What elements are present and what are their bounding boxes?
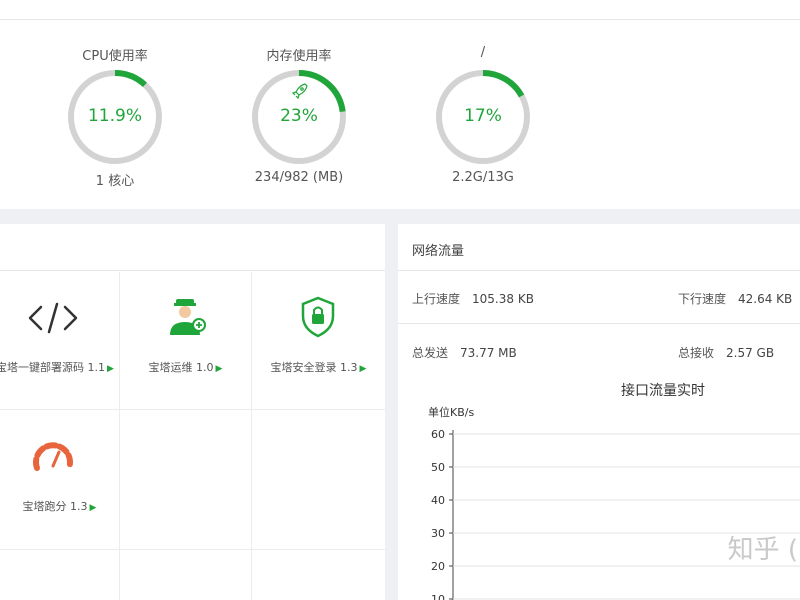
stat-value: 2.57 GB	[726, 346, 775, 360]
empty-tile	[120, 410, 252, 550]
gauge-title: CPU使用率	[82, 49, 148, 64]
speedometer-icon	[33, 442, 73, 471]
gauge-title: 内存使用率	[266, 49, 332, 64]
tile-label: 宝塔跑分 1.3 ▶	[0, 498, 119, 514]
play-icon[interactable]: ▶	[360, 364, 367, 374]
tile-label: 宝塔安全登录 1.3 ▶	[252, 359, 385, 375]
total-sent-stat: 总发送 73.77 MB	[412, 344, 517, 361]
tile-label-text: 宝塔运维 1.0	[148, 361, 214, 374]
software-panel: 宝塔一键部署源码 1.1 ▶ 宝塔运维 1.0 ▶ 宝塔安全登录 1.3 ▶ 宝塔跑分…	[0, 224, 385, 600]
tile-label: 宝塔运维 1.0 ▶	[120, 359, 251, 375]
gauge-value: 23%	[280, 106, 318, 126]
tile-label-text: 宝塔安全登录 1.3	[270, 361, 358, 374]
stat-value: 73.77 MB	[460, 346, 517, 360]
stat-value: 42.64 KB	[738, 292, 793, 306]
tile-label-text: 宝塔跑分 1.3	[22, 500, 88, 513]
empty-tile	[252, 550, 385, 600]
divider	[398, 270, 800, 271]
gauge-value: 17%	[464, 106, 502, 126]
software-tile[interactable]: 宝塔跑分 1.3 ▶	[0, 410, 120, 550]
stat-label: 下行速度	[678, 292, 727, 306]
empty-tile	[120, 550, 252, 600]
software-tile[interactable]: 宝塔安全登录 1.3 ▶	[252, 272, 385, 410]
y-tick-label: 20	[431, 560, 445, 573]
empty-tile	[252, 410, 385, 550]
network-panel: 网络流量 上行速度 105.38 KB 下行速度 42.64 KB 总发送 73.77…	[398, 224, 800, 600]
network-panel-title: 网络流量	[412, 244, 465, 259]
y-tick-label: 50	[431, 461, 445, 474]
total-received-stat: 总接收 2.57 GB	[678, 344, 774, 361]
stat-label: 总发送	[412, 346, 449, 360]
y-tick-label: 60	[431, 428, 445, 441]
software-panel-header	[0, 224, 385, 271]
stat-value: 105.38 KB	[472, 292, 534, 306]
tile-label-text: 宝塔一键部署源码 1.1	[0, 361, 106, 374]
stat-label: 总接收	[678, 346, 715, 360]
operator-icon	[170, 299, 206, 335]
chart-title: 接口流量实时	[621, 383, 705, 399]
y-tick-label: 10	[431, 593, 445, 600]
gauge-title: /	[480, 45, 486, 60]
shield-lock-icon	[301, 296, 335, 338]
y-tick-label: 30	[431, 527, 445, 540]
watermark: 知乎 (	[727, 535, 798, 565]
system-status-panel: CPU使用率 11.9% 1 核心 内存使用率 23% 234/982 (MB)…	[0, 20, 800, 209]
gauge-detail: 1 核心	[95, 174, 135, 189]
play-icon[interactable]: ▶	[90, 503, 97, 513]
rocket-icon[interactable]	[291, 83, 308, 100]
gauge-detail: 234/982 (MB)	[254, 170, 344, 185]
stat-label: 上行速度	[412, 292, 461, 306]
play-icon[interactable]: ▶	[107, 364, 114, 374]
empty-tile	[0, 550, 120, 600]
y-tick-label: 40	[431, 494, 445, 507]
chart-axes: 60 50 40 30 20 10	[431, 428, 800, 600]
software-tile[interactable]: 宝塔一键部署源码 1.1 ▶	[0, 272, 120, 410]
software-tile[interactable]: 宝塔运维 1.0 ▶	[120, 272, 252, 410]
top-breadcrumb-bar	[0, 0, 800, 20]
download-speed-stat: 下行速度 42.64 KB	[678, 290, 792, 307]
play-icon[interactable]: ▶	[216, 364, 223, 374]
upload-speed-stat: 上行速度 105.38 KB	[412, 290, 534, 307]
y-axis-label: 单位KB/s	[428, 405, 474, 419]
divider	[398, 323, 800, 324]
gauge-value: 11.9%	[87, 106, 142, 126]
code-icon	[28, 302, 78, 334]
traffic-chart: 单位KB/s 60 50 40 30 20 10	[428, 405, 800, 600]
gauge-detail: 2.2G/13G	[452, 170, 514, 185]
